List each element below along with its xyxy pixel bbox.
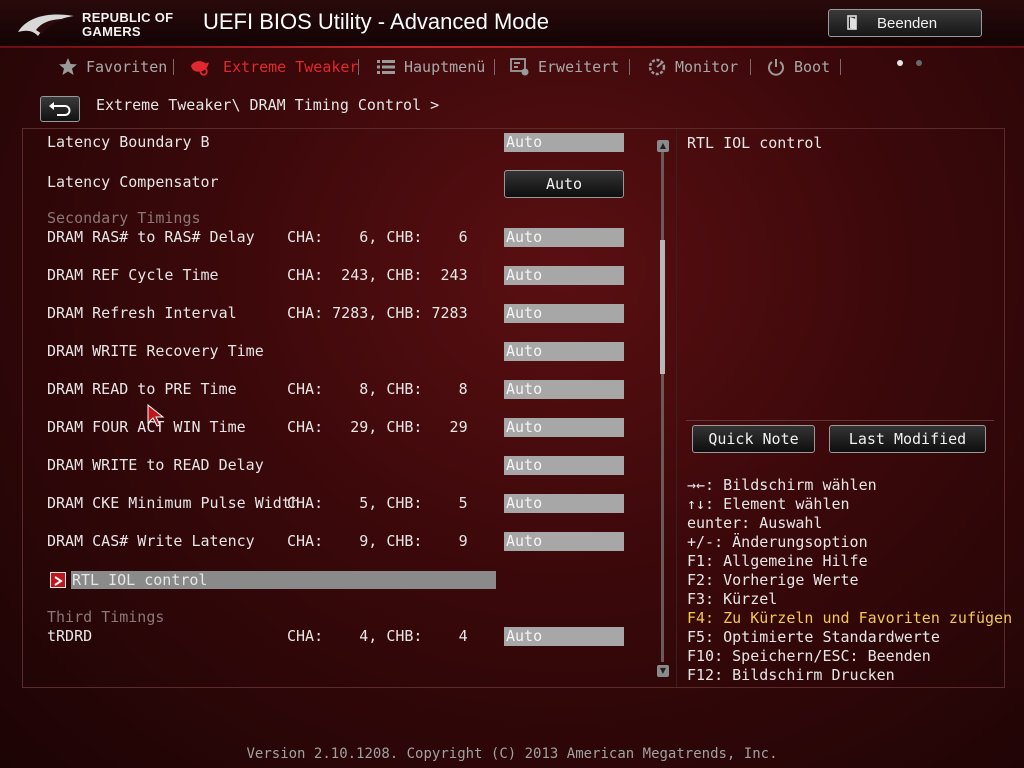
chevron-right-icon: [54, 576, 63, 586]
title-bar: REPUBLIC OF GAMERS UEFI BIOS Utility - A…: [0, 0, 1024, 48]
nav-divider: [840, 59, 841, 75]
setting-label[interactable]: Latency Compensator: [47, 173, 219, 191]
setting-label[interactable]: DRAM Refresh Interval: [47, 304, 237, 322]
breadcrumb: Extreme Tweaker\ DRAM Timing Control >: [96, 96, 440, 114]
version-footer: Version 2.10.1208. Copyright (C) 2013 Am…: [246, 746, 778, 762]
setting-value-field[interactable]: Auto: [504, 228, 624, 247]
channel-values: CHA: 9, CHB: 9: [287, 532, 468, 550]
section-heading: Secondary Timings: [47, 209, 201, 227]
exit-button-label: Beenden: [877, 15, 938, 32]
nav-divider: [358, 59, 359, 75]
key-hint: eunter: Auswahl: [687, 514, 823, 532]
setting-label[interactable]: DRAM RAS# to RAS# Delay: [47, 228, 255, 246]
nav-divider: [750, 59, 751, 75]
setting-value-field[interactable]: Auto: [504, 133, 624, 152]
key-hint: F2: Vorherige Werte: [687, 571, 859, 589]
back-arrow-icon: [49, 102, 71, 116]
setting-label[interactable]: Latency Boundary B: [47, 133, 210, 151]
setting-value-field[interactable]: Auto: [504, 342, 624, 361]
tab-boot-label: Boot: [794, 58, 831, 76]
key-hint: ↑↓: Element wählen: [687, 495, 850, 513]
setting-label[interactable]: DRAM REF Cycle Time: [47, 266, 219, 284]
key-hint: F10: Speichern/ESC: Beenden: [687, 647, 931, 665]
setting-label[interactable]: DRAM CAS# Write Latency: [47, 532, 255, 550]
help-divider: [686, 420, 994, 421]
monitor-icon: [648, 58, 666, 76]
setting-label[interactable]: DRAM CKE Minimum Pulse Width: [47, 494, 300, 512]
nav-divider: [494, 59, 495, 75]
setting-value-field[interactable]: Auto: [504, 418, 624, 437]
power-icon: [768, 59, 784, 76]
page-dot-active[interactable]: [897, 60, 903, 66]
key-hint: F12: Bildschirm Drucken: [687, 666, 895, 684]
nav-divider: [173, 59, 174, 75]
channel-values: CHA: 4, CHB: 4: [287, 627, 468, 645]
tweaker-icon: [190, 61, 210, 76]
submenu-arrow-icon: [50, 572, 66, 588]
key-hint-highlighted: F4: Zu Kürzeln und Favoriten zufügen: [687, 609, 1013, 627]
key-hint: F1: Allgemeine Hilfe: [687, 552, 868, 570]
rog-eye-icon: [18, 14, 74, 36]
key-hint: F5: Optimierte Standardwerte: [687, 628, 940, 646]
setting-value-field[interactable]: Auto: [504, 266, 624, 285]
tab-favoriten-label: Favoriten: [86, 58, 168, 76]
key-hint: →←: Bildschirm wählen: [687, 476, 877, 494]
channel-values: CHA: 243, CHB: 243: [287, 266, 468, 284]
setting-label[interactable]: DRAM READ to PRE Time: [47, 380, 237, 398]
channel-values: CHA: 6, CHB: 6: [287, 228, 468, 246]
star-icon: [59, 58, 77, 75]
setting-value-field[interactable]: Auto: [504, 304, 624, 323]
section-heading: Third Timings: [47, 608, 165, 626]
tab-monitor-label: Monitor: [675, 58, 739, 76]
logo-line-2: GAMERS: [82, 24, 141, 39]
setting-value-field[interactable]: Auto: [504, 627, 624, 646]
setting-value-field[interactable]: Auto: [504, 532, 624, 551]
exit-door-icon: [847, 15, 857, 30]
setting-label[interactable]: DRAM WRITE to READ Delay: [47, 456, 264, 474]
tab-erweitert-label: Erweitert: [538, 58, 620, 76]
channel-values: CHA: 5, CHB: 5: [287, 494, 468, 512]
scrollbar-track[interactable]: [661, 152, 664, 662]
list-icon: [377, 60, 395, 74]
help-title: RTL IOL control: [687, 134, 823, 152]
mouse-cursor-icon: [147, 404, 165, 427]
setting-value-field[interactable]: Auto: [504, 380, 624, 399]
key-hint: +/-: Änderungsoption: [687, 533, 868, 551]
back-button[interactable]: [40, 96, 80, 122]
tab-hauptmenu-label: Hauptmenü: [404, 58, 486, 76]
channel-values: CHA: 8, CHB: 8: [287, 380, 468, 398]
logo-line-1: REPUBLIC OF: [82, 10, 174, 25]
last-modified-button[interactable]: Last Modified: [829, 425, 986, 453]
app-title: UEFI BIOS Utility - Advanced Mode: [203, 9, 550, 34]
scrollbar-thumb[interactable]: [660, 240, 665, 374]
advanced-icon: [510, 58, 529, 76]
title-bar-divider: [0, 46, 1024, 48]
channel-values: CHA: 29, CHB: 29: [287, 418, 468, 436]
latency-compensator-button[interactable]: Auto: [504, 170, 624, 198]
page-dot[interactable]: [916, 60, 922, 66]
quick-note-button[interactable]: Quick Note: [692, 425, 815, 453]
setting-value-field[interactable]: Auto: [504, 456, 624, 475]
key-hint: F3: Kürzel: [687, 590, 778, 608]
channel-values: CHA: 7283, CHB: 7283: [287, 304, 468, 322]
rog-logo: REPUBLIC OF GAMERS: [16, 8, 191, 42]
setting-label[interactable]: DRAM WRITE Recovery Time: [47, 342, 264, 360]
setting-label[interactable]: tRDRD: [47, 627, 92, 645]
exit-button[interactable]: Beenden: [828, 9, 982, 37]
setting-value-field[interactable]: Auto: [504, 494, 624, 513]
tab-extreme-tweaker-label: Extreme Tweaker: [223, 58, 359, 76]
submenu-rtl-iol-control[interactable]: RTL IOL control: [72, 571, 207, 589]
nav-divider: [629, 59, 630, 75]
panel-divider: [676, 129, 677, 687]
scroll-down-arrow-icon[interactable]: ▼: [657, 665, 669, 677]
scroll-up-arrow-icon[interactable]: ▲: [657, 140, 669, 152]
